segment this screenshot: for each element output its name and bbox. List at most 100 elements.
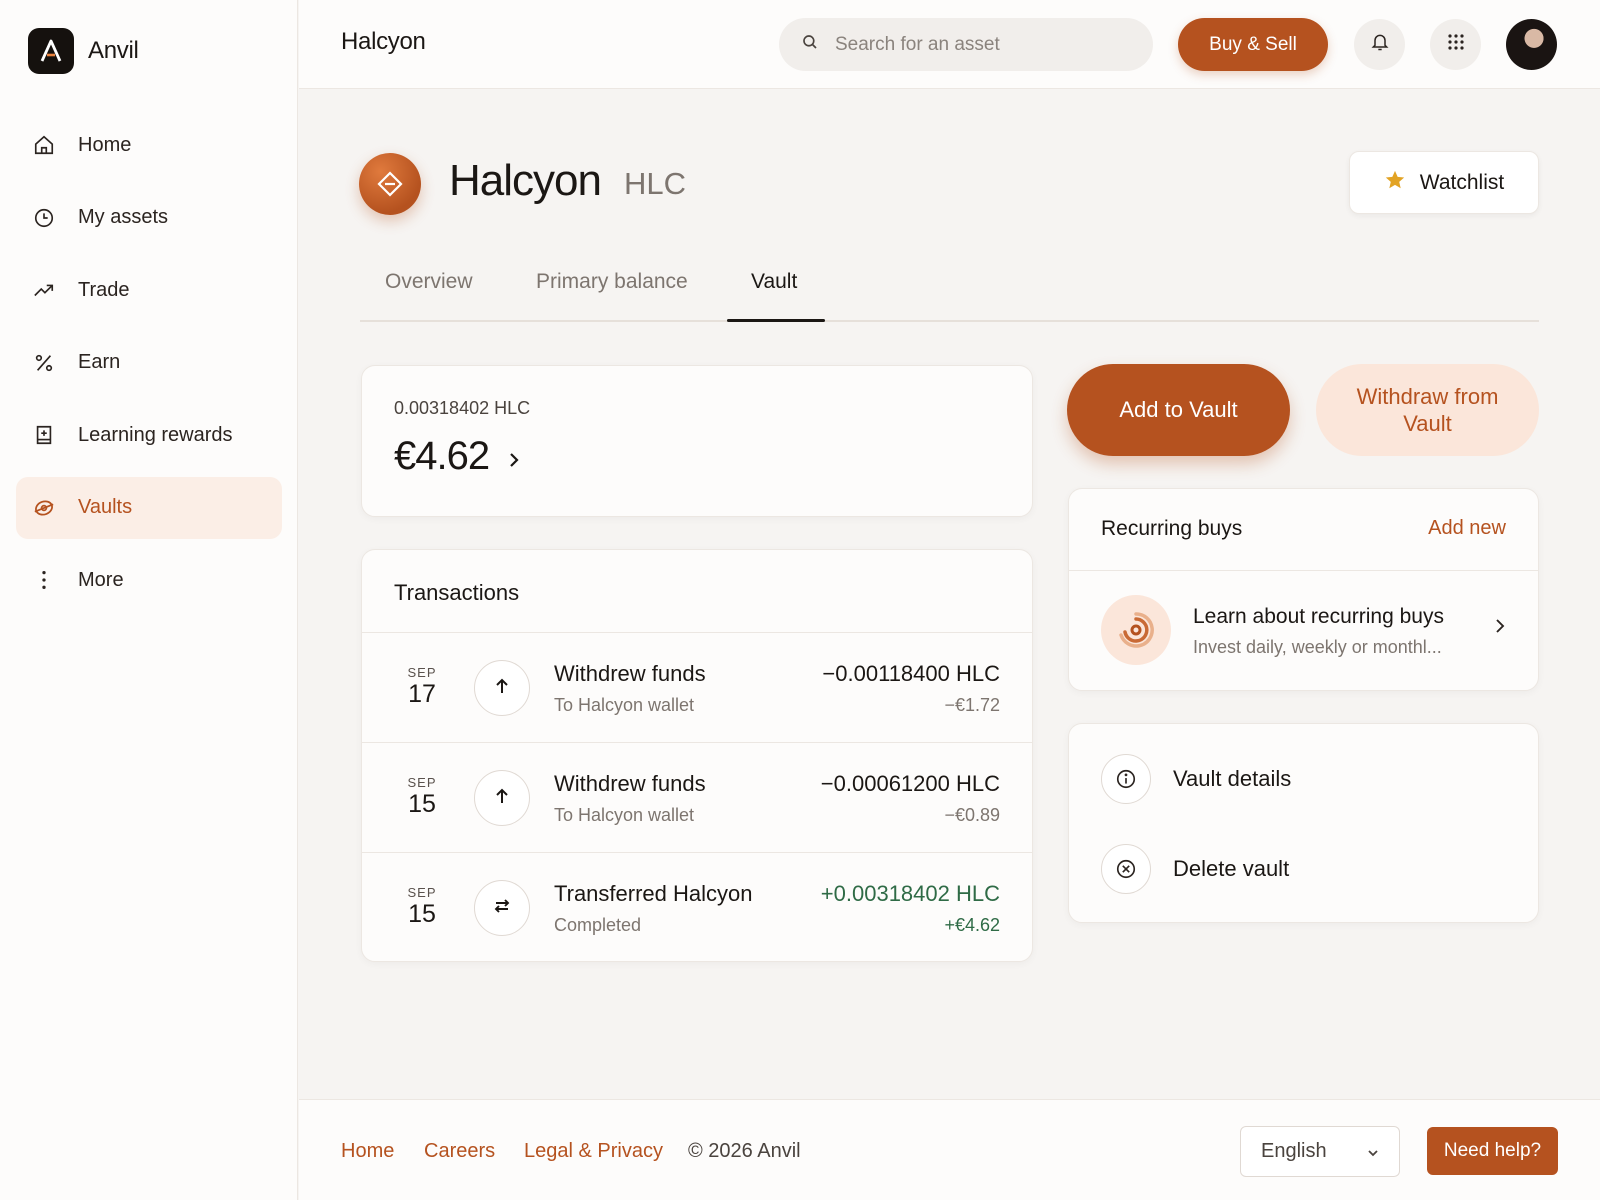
footer: Home Careers Legal & Privacy © 2026 Anvi…	[299, 1099, 1600, 1200]
sidebar-item-label: More	[78, 568, 124, 591]
sidebar-item-label: My assets	[78, 206, 169, 228]
info-icon	[1101, 754, 1151, 804]
tx-title: Transferred Halcyon	[554, 881, 753, 906]
withdraw-from-vault-button[interactable]: Withdraw from Vault	[1316, 364, 1539, 456]
tx-date: SEP 15	[402, 885, 442, 929]
tx-month: SEP	[407, 885, 437, 900]
vault-details-label: Vault details	[1173, 766, 1292, 791]
tx-amount: +0.00318402 HLC	[820, 881, 1000, 906]
footer-link-legal-privacy[interactable]: Legal & Privacy	[524, 1140, 663, 1163]
search-input[interactable]	[835, 33, 1125, 56]
tx-amount: −0.00061200 HLC	[820, 771, 1000, 796]
tx-date: SEP 17	[402, 665, 442, 709]
tx-month: SEP	[407, 775, 437, 790]
tx-subtitle: Completed	[554, 915, 642, 935]
tx-date: SEP 15	[402, 775, 442, 819]
table-row[interactable]: SEP 15 Withdrew funds To Halcyon wallet …	[362, 742, 1032, 852]
recurring-buys-title: Recurring buys	[1101, 517, 1243, 540]
trend-up-icon	[32, 278, 56, 302]
recurring-spiral-icon	[1101, 595, 1171, 665]
brand[interactable]: Anvil	[28, 28, 139, 74]
search-box[interactable]	[779, 18, 1153, 71]
learn-recurring-description: Invest daily, weekly or monthl...	[1193, 637, 1442, 657]
delete-vault-item[interactable]: Delete vault	[1101, 844, 1289, 894]
home-icon	[32, 133, 56, 157]
arrow-up-icon	[494, 677, 510, 700]
recurring-buys-card: Recurring buys Add new Learn about recur…	[1068, 488, 1539, 691]
user-avatar[interactable]	[1506, 19, 1557, 70]
sidebar-item-label: Learning rewards	[78, 423, 233, 446]
watchlist-label: Watchlist	[1419, 170, 1505, 194]
delete-vault-label: Delete vault	[1173, 856, 1290, 881]
sidebar-item-label: Trade	[78, 278, 130, 301]
balance-fiat-link[interactable]: €4.62	[394, 434, 521, 479]
tx-fiat: −€0.89	[944, 805, 1000, 825]
sidebar-item-home[interactable]: Home	[16, 114, 282, 176]
vault-details-item[interactable]: Vault details	[1101, 754, 1291, 804]
tx-title: Withdrew funds	[554, 661, 706, 686]
tab-overview[interactable]: Overview	[385, 270, 473, 294]
tab-primary-balance[interactable]: Primary balance	[536, 270, 688, 294]
tx-subtitle: To Halcyon wallet	[554, 805, 695, 825]
learn-recurring-title: Learn about recurring buys	[1193, 605, 1444, 628]
top-bar: Halcyon Buy & Sell	[299, 0, 1600, 89]
buy-sell-button[interactable]: Buy & Sell	[1178, 18, 1328, 71]
sidebar-item-more[interactable]: More	[16, 549, 282, 611]
table-row[interactable]: SEP 17 Withdrew funds To Halcyon wallet …	[362, 632, 1032, 742]
copyright-text: © 2026 Anvil	[688, 1140, 801, 1162]
percent-icon	[32, 351, 56, 375]
tx-fiat: −€1.72	[944, 695, 1000, 715]
vault-icon	[32, 496, 56, 520]
sidebar-nav: Home My assets Trade Earn Learning rewar…	[16, 114, 282, 622]
page-title: Halcyon	[341, 28, 426, 55]
asset-tabs: Overview Primary balance Vault	[360, 250, 1539, 322]
search-icon	[801, 33, 819, 56]
add-to-vault-button[interactable]: Add to Vault	[1067, 364, 1290, 456]
vault-balance-card: 0.00318402 HLC €4.62	[361, 365, 1033, 517]
divider	[1069, 570, 1538, 571]
active-tab-indicator	[727, 319, 825, 322]
star-icon	[1384, 169, 1406, 197]
grid-icon	[1447, 33, 1465, 56]
bell-icon	[1370, 32, 1390, 57]
tx-month: SEP	[407, 665, 437, 680]
tx-type-badge	[474, 660, 530, 716]
tx-amount: −0.00118400 HLC	[822, 661, 1000, 686]
sidebar-item-label: Vaults	[78, 496, 133, 518]
tx-title: Withdrew funds	[554, 771, 706, 796]
sidebar-item-label: Earn	[78, 351, 121, 373]
chevron-right-icon	[507, 434, 521, 479]
clock-icon	[32, 206, 56, 230]
balance-fiat-amount: €4.62	[394, 434, 490, 478]
more-vertical-icon	[32, 568, 56, 592]
watchlist-button[interactable]: Watchlist	[1349, 151, 1539, 214]
tab-vault[interactable]: Vault	[751, 270, 797, 294]
tx-day: 15	[408, 790, 436, 818]
vault-options-card: Vault details Delete vault	[1068, 723, 1539, 923]
table-row[interactable]: SEP 15 Transferred Halcyon Completed +0.…	[362, 852, 1032, 962]
language-select[interactable]: English	[1240, 1126, 1400, 1177]
brand-name: Anvil	[88, 37, 139, 64]
sidebar-item-vaults[interactable]: Vaults	[16, 476, 282, 539]
arrow-up-icon	[494, 787, 510, 810]
need-help-button[interactable]: Need help?	[1427, 1127, 1558, 1175]
tx-day: 17	[408, 680, 436, 708]
book-plus-icon	[32, 423, 56, 447]
language-value: English	[1261, 1140, 1327, 1162]
tx-type-badge	[474, 880, 530, 936]
asset-name: Halcyon	[449, 156, 602, 205]
sidebar-item-earn[interactable]: Earn	[16, 332, 282, 394]
sidebar-item-learning-rewards[interactable]: Learning rewards	[16, 404, 282, 466]
footer-link-home[interactable]: Home	[341, 1140, 394, 1163]
apps-button[interactable]	[1430, 19, 1481, 70]
chevron-right-icon	[1494, 617, 1506, 640]
anvil-logo-icon	[28, 28, 74, 74]
sidebar: Anvil Home My assets Trade Earn Learning…	[0, 0, 298, 1200]
add-new-recurring-link[interactable]: Add new	[1428, 517, 1506, 540]
transactions-title: Transactions	[394, 580, 520, 605]
notifications-button[interactable]	[1354, 19, 1405, 70]
sidebar-item-trade[interactable]: Trade	[16, 259, 282, 321]
footer-link-careers[interactable]: Careers	[424, 1140, 495, 1163]
close-circle-icon	[1101, 844, 1151, 894]
sidebar-item-my-assets[interactable]: My assets	[16, 187, 282, 249]
